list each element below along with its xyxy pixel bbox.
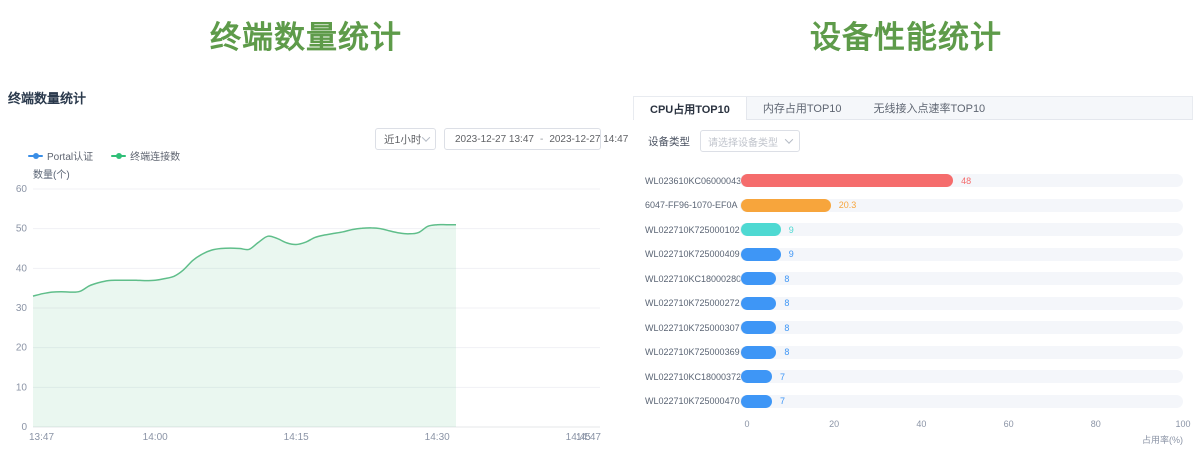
svg-text:14:30: 14:30 bbox=[425, 432, 450, 443]
device-performance-card: CPU占用TOP10内存占用TOP10无线接入点速率TOP10 设备类型 请选择… bbox=[633, 96, 1193, 448]
bar-row: WL023610KC06000043 48 bbox=[645, 174, 1183, 187]
device-type-placeholder: 请选择设备类型 bbox=[708, 134, 786, 149]
date-range-start: 2023-12-27 13:47 bbox=[455, 134, 534, 145]
bar-x-tick: 20 bbox=[829, 419, 839, 429]
time-range-value: 近1小时 bbox=[384, 132, 423, 147]
date-range-separator: - bbox=[538, 134, 545, 145]
bar-track: 9 bbox=[740, 248, 1183, 261]
bar-row: WL022710K725000409 9 bbox=[645, 248, 1183, 261]
right-section-heading: 设备性能统计 bbox=[612, 12, 1200, 57]
time-range-select[interactable]: 近1小时 bbox=[375, 128, 436, 150]
bar-x-tick: 60 bbox=[1004, 419, 1014, 429]
svg-text:13:47: 13:47 bbox=[29, 432, 54, 443]
bar-track: 20.3 bbox=[740, 199, 1183, 212]
chevron-down-icon bbox=[785, 135, 793, 143]
tab-strip: CPU占用TOP10内存占用TOP10无线接入点速率TOP10 bbox=[633, 96, 1193, 120]
bar-category-label: WL022710K725000307 bbox=[645, 323, 740, 333]
bar-value-label: 8 bbox=[784, 323, 789, 333]
tab-1[interactable]: 内存占用TOP10 bbox=[747, 97, 858, 119]
device-type-select[interactable]: 请选择设备类型 bbox=[700, 130, 800, 152]
bar-row: WL022710K725000307 8 bbox=[645, 321, 1183, 334]
bar-track: 8 bbox=[740, 297, 1183, 310]
bar-value-label: 8 bbox=[784, 347, 789, 357]
bar-x-axis: 020406080100 bbox=[645, 419, 1183, 431]
bar-value-label: 7 bbox=[780, 396, 785, 406]
svg-text:14:15: 14:15 bbox=[284, 432, 309, 443]
dashboard: 终端数量统计 设备性能统计 终端数量统计 近1小时 2023-12-27 13:… bbox=[0, 0, 1200, 456]
legend-marker-icon bbox=[28, 155, 43, 157]
cpu-top10-bar-chart: WL023610KC06000043 48 6047-FF96-1070-EF0A 2… bbox=[645, 174, 1183, 408]
bar-category-label: WL023610KC06000043 bbox=[645, 176, 740, 186]
device-type-label: 设备类型 bbox=[648, 134, 690, 149]
bar-category-label: WL022710KC18000372 bbox=[645, 372, 740, 382]
legend-marker-icon bbox=[111, 155, 126, 157]
bar-row: WL022710K725000369 8 bbox=[645, 346, 1183, 359]
svg-text:20: 20 bbox=[16, 343, 28, 354]
terminal-area-chart: 010203040506013:4714:0014:1514:3014:4514… bbox=[0, 160, 612, 456]
bar-value-label: 8 bbox=[784, 298, 789, 308]
bar-track: 7 bbox=[740, 395, 1183, 408]
tab-2[interactable]: 无线接入点速率TOP10 bbox=[858, 97, 1002, 119]
terminal-chart-title: 终端数量统计 bbox=[8, 88, 86, 107]
bar-value-label: 7 bbox=[780, 372, 785, 382]
bar-value-label: 9 bbox=[789, 225, 794, 235]
svg-text:14:47: 14:47 bbox=[576, 432, 601, 443]
date-range-picker[interactable]: 2023-12-27 13:47 - 2023-12-27 14:47 bbox=[444, 128, 601, 150]
bar-fill bbox=[741, 223, 781, 236]
bar-x-tick: 40 bbox=[916, 419, 926, 429]
bar-x-tick: 100 bbox=[1175, 419, 1190, 429]
svg-text:30: 30 bbox=[16, 303, 28, 314]
bar-category-label: WL022710K725000272 bbox=[645, 298, 740, 308]
svg-text:14:00: 14:00 bbox=[143, 432, 168, 443]
filter-row: 设备类型 请选择设备类型 bbox=[648, 130, 1193, 152]
bar-x-axis-label: 占用率(%) bbox=[633, 433, 1183, 446]
bar-fill bbox=[741, 321, 776, 334]
bar-x-tick: 0 bbox=[744, 419, 749, 429]
left-section-heading: 终端数量统计 bbox=[0, 12, 612, 57]
bar-row: 6047-FF96-1070-EF0A 20.3 bbox=[645, 199, 1183, 212]
svg-text:50: 50 bbox=[16, 224, 28, 235]
date-range-end: 2023-12-27 14:47 bbox=[549, 134, 628, 145]
bar-fill bbox=[741, 174, 953, 187]
bar-row: WL022710K725000470 7 bbox=[645, 395, 1183, 408]
bar-fill bbox=[741, 395, 772, 408]
bar-track: 7 bbox=[740, 370, 1183, 383]
bar-category-label: WL022710K725000470 bbox=[645, 396, 740, 406]
bar-fill bbox=[741, 248, 781, 261]
bar-category-label: WL022710K725000409 bbox=[645, 249, 740, 259]
bar-fill bbox=[741, 370, 772, 383]
bar-row: WL022710KC18000280 8 bbox=[645, 272, 1183, 285]
bar-row: WL022710KC18000372 7 bbox=[645, 370, 1183, 383]
bar-track: 9 bbox=[740, 223, 1183, 236]
bar-category-label: WL022710KC18000280 bbox=[645, 274, 740, 284]
bar-category-label: WL022710K725000102 bbox=[645, 225, 740, 235]
bar-category-label: WL022710K725000369 bbox=[645, 347, 740, 357]
bar-track: 8 bbox=[740, 321, 1183, 334]
svg-text:10: 10 bbox=[16, 382, 28, 393]
bar-fill bbox=[741, 297, 776, 310]
bar-value-label: 48 bbox=[961, 176, 971, 186]
svg-text:0: 0 bbox=[21, 422, 27, 433]
bar-category-label: 6047-FF96-1070-EF0A bbox=[645, 200, 740, 210]
bar-row: WL022710K725000102 9 bbox=[645, 223, 1183, 236]
bar-value-label: 20.3 bbox=[839, 200, 857, 210]
tab-0[interactable]: CPU占用TOP10 bbox=[634, 97, 747, 120]
svg-text:60: 60 bbox=[16, 184, 28, 195]
bar-x-ticks: 020406080100 bbox=[747, 419, 1183, 431]
bar-value-label: 9 bbox=[789, 249, 794, 259]
bar-track: 8 bbox=[740, 272, 1183, 285]
bar-fill bbox=[741, 346, 776, 359]
bar-row: WL022710K725000272 8 bbox=[645, 297, 1183, 310]
bar-value-label: 8 bbox=[784, 274, 789, 284]
bar-fill bbox=[741, 272, 776, 285]
bar-x-tick: 80 bbox=[1091, 419, 1101, 429]
bar-track: 8 bbox=[740, 346, 1183, 359]
bar-track: 48 bbox=[740, 174, 1183, 187]
bar-fill bbox=[741, 199, 831, 212]
svg-text:40: 40 bbox=[16, 263, 28, 274]
chevron-down-icon bbox=[422, 133, 430, 141]
